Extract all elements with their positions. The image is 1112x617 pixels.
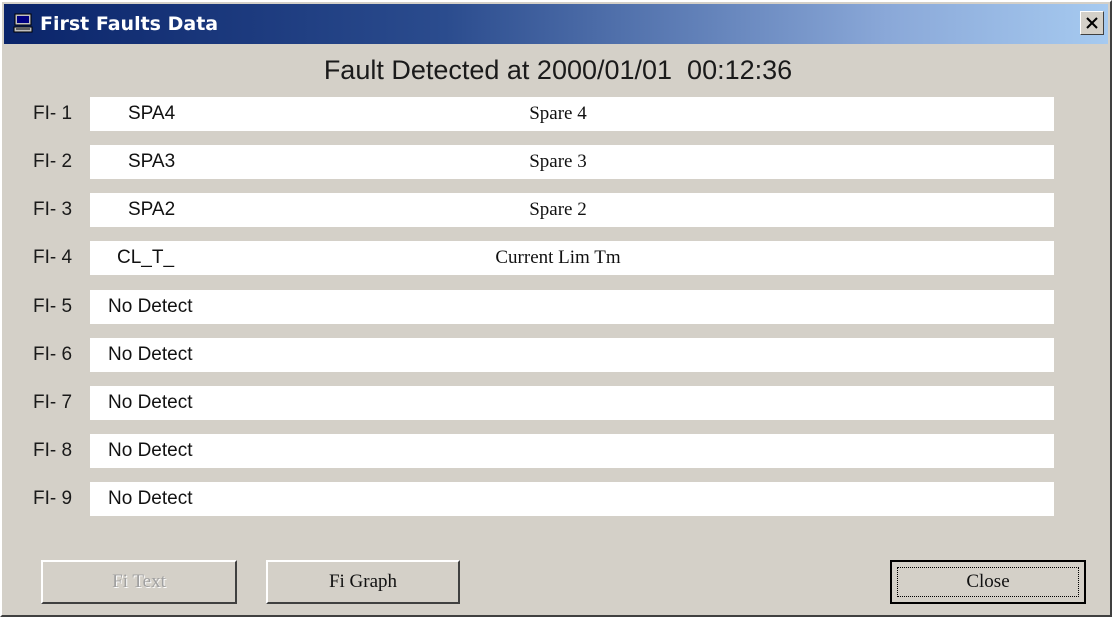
fault-detected-heading: Fault Detected at 2000/01/01 00:12:36 [323,55,793,85]
fault-field [90,145,1054,179]
fault-index-label: FI- 7 [33,392,73,413]
fault-field [90,241,1054,275]
fault-index-label: FI- 5 [33,296,73,317]
fault-row: FI- 6 No Detect [2,337,1112,373]
fault-index-label: FI- 4 [33,247,73,268]
fault-row: FI- 9 No Detect [2,481,1112,517]
fault-row: FI- 7 No Detect [2,385,1112,421]
fault-field [90,338,1054,372]
fault-index-label: FI- 2 [33,151,73,172]
fault-field [90,482,1054,516]
fault-code: No Detect [108,440,193,461]
fault-code: SPA3 [128,151,176,172]
fault-index-label: FI- 9 [33,488,73,509]
fi-graph-button[interactable]: Fi Graph [266,560,460,604]
fault-field [90,193,1054,227]
fault-row: FI- 3 SPA2 Spare 2 [2,192,1112,228]
fault-code: SPA2 [128,199,176,220]
fi-text-button[interactable]: Fi Text [41,560,237,604]
fault-code: CL_T_ [117,247,175,268]
computer-icon [12,12,34,34]
fault-row: FI- 5 No Detect [2,289,1112,325]
fault-row: FI- 4 CL_T_ Current Lim Tm [2,240,1112,276]
fault-index-label: FI- 3 [33,199,73,220]
fault-field [90,386,1054,420]
fault-index-label: FI- 8 [33,440,73,461]
title-bar[interactable]: First Faults Data [4,4,1108,44]
fault-row: FI- 2 SPA3 Spare 3 [2,144,1112,180]
close-button-label: Close [966,571,1010,592]
title-close-button[interactable] [1080,11,1104,35]
fault-code: No Detect [108,344,193,365]
fault-field [90,290,1054,324]
first-faults-dialog: First Faults Data Fault Detected at 2000… [0,0,1112,617]
fault-code: No Detect [108,296,193,317]
fault-field [90,434,1054,468]
fault-code: No Detect [108,488,193,509]
fault-index-label: FI- 1 [33,103,73,124]
close-button[interactable]: Close [890,560,1086,604]
fault-code: SPA4 [128,103,176,124]
fault-row: FI- 8 No Detect [2,433,1112,469]
fault-index-label: FI- 6 [33,344,73,365]
fault-code: No Detect [108,392,193,413]
fault-row: FI- 1 SPA4 Spare 4 [2,96,1112,132]
window-title: First Faults Data [40,13,219,35]
fault-field [90,97,1054,131]
